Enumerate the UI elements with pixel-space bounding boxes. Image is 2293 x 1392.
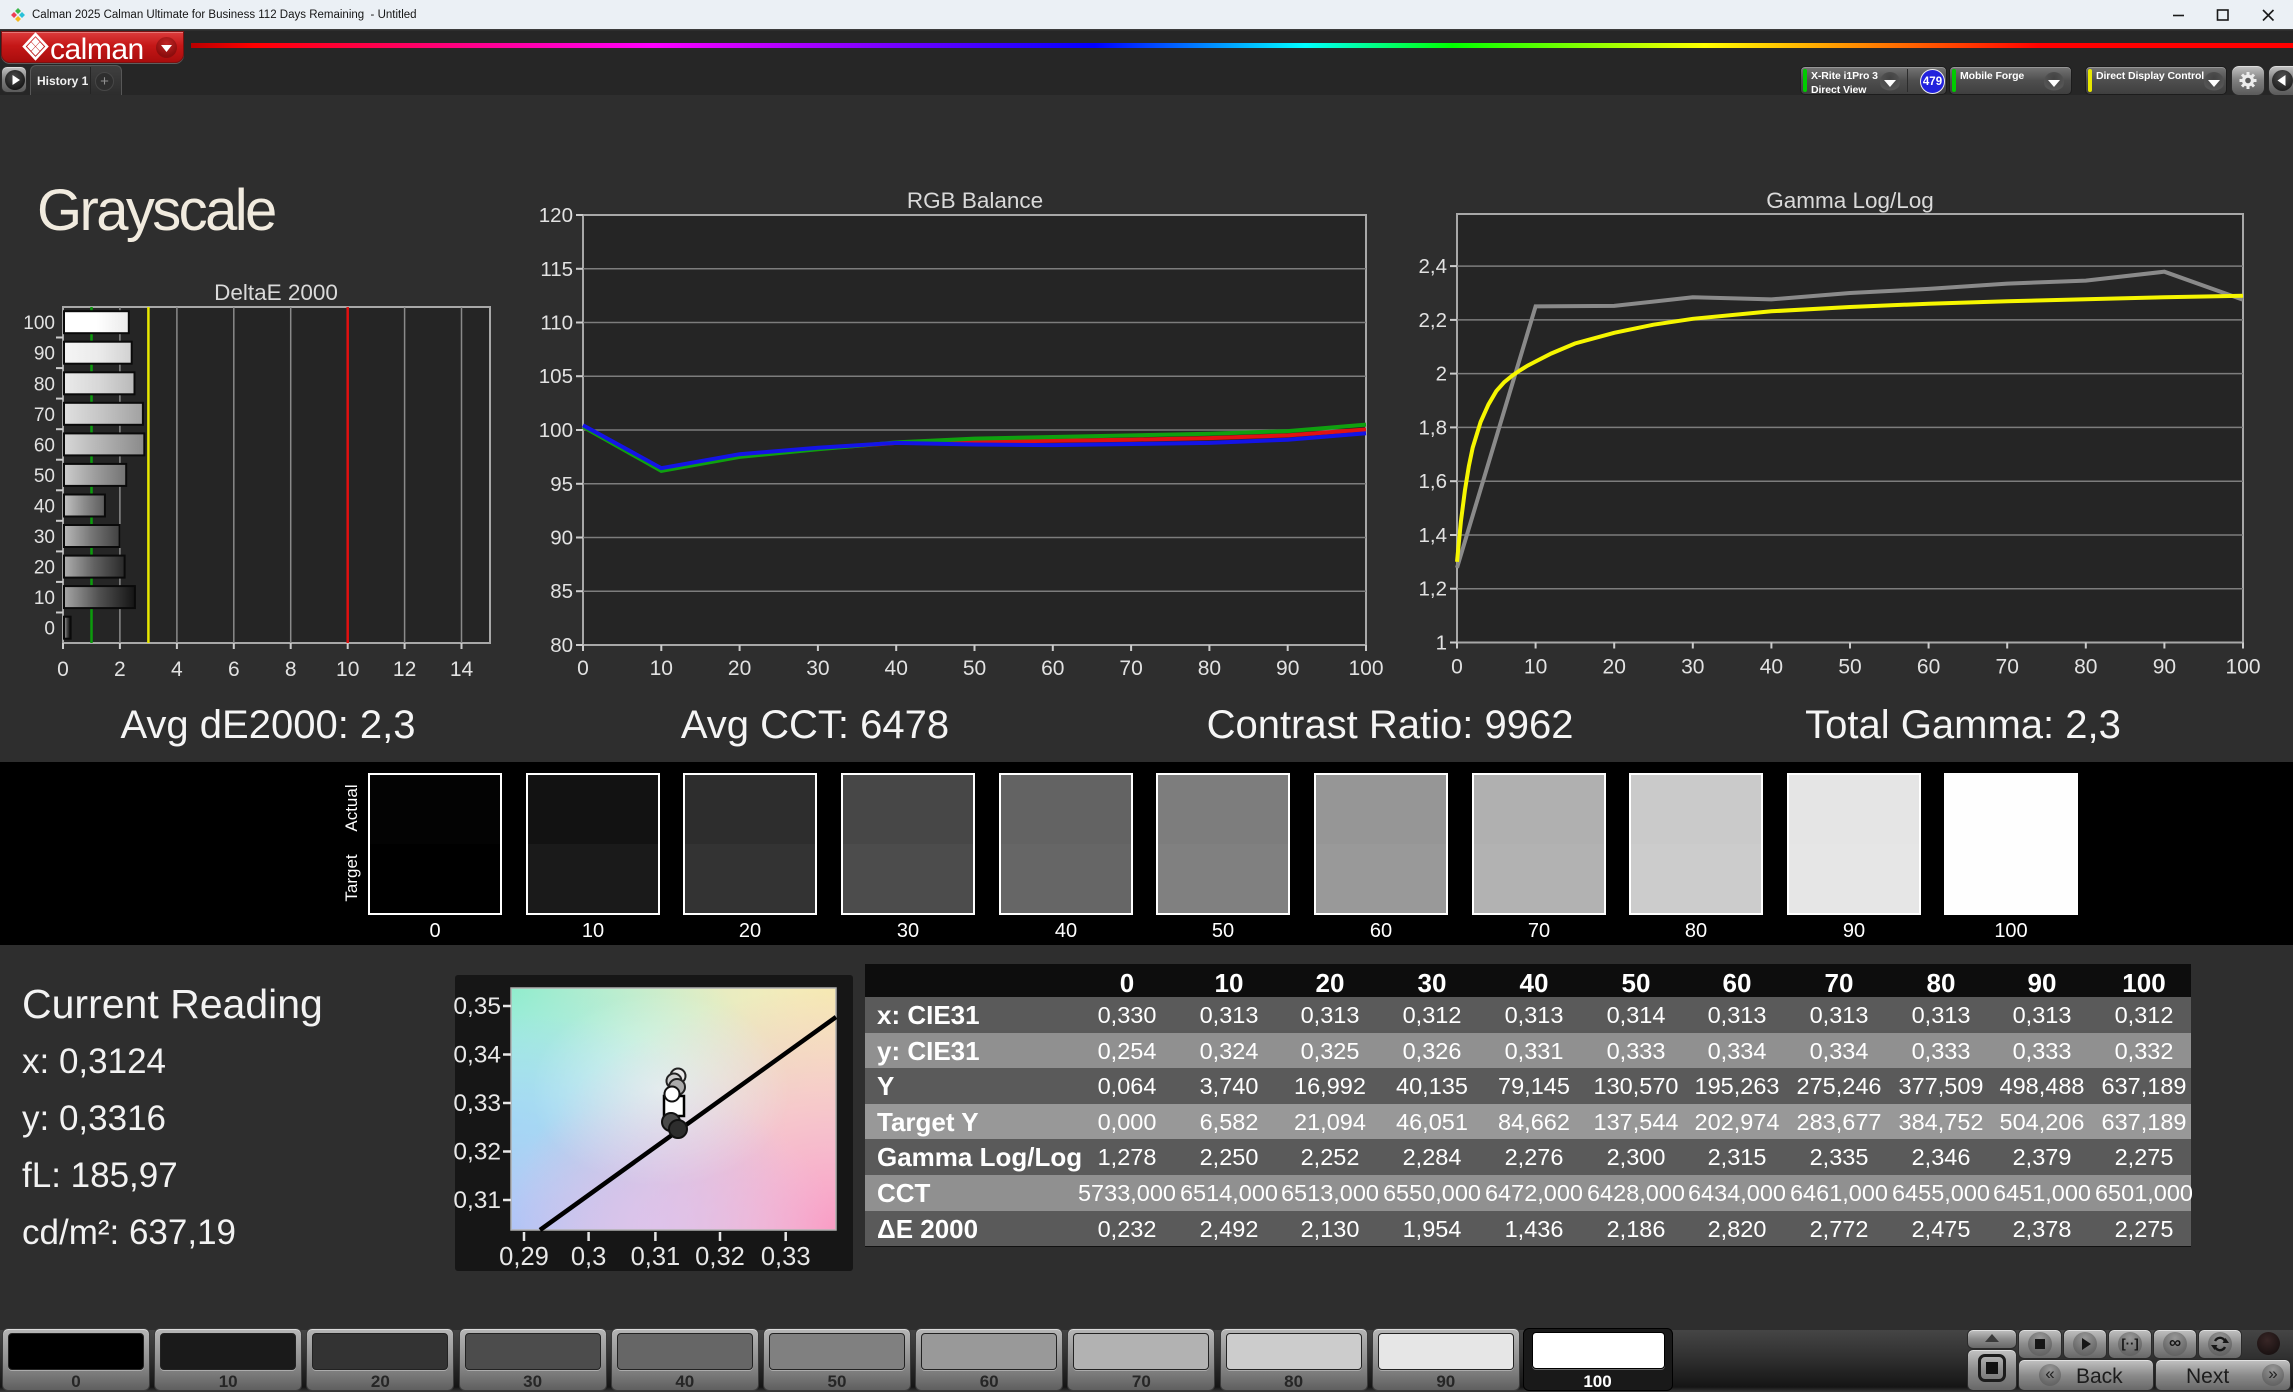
svg-text:1,2: 1,2 bbox=[1419, 578, 1448, 601]
svg-text:95: 95 bbox=[550, 473, 573, 496]
svg-text:0,32: 0,32 bbox=[695, 1243, 745, 1271]
svg-text:50: 50 bbox=[34, 466, 55, 487]
svg-text:100: 100 bbox=[23, 313, 55, 334]
svg-text:105: 105 bbox=[539, 365, 573, 388]
svg-text:0: 0 bbox=[1451, 656, 1463, 679]
svg-text:1,8: 1,8 bbox=[1419, 416, 1448, 439]
svg-text:115: 115 bbox=[540, 258, 573, 281]
svg-text:40: 40 bbox=[885, 657, 908, 680]
svg-text:70: 70 bbox=[1119, 657, 1142, 680]
svg-text:40: 40 bbox=[34, 497, 55, 518]
svg-text:40: 40 bbox=[1760, 656, 1783, 679]
svg-text:80: 80 bbox=[550, 634, 573, 657]
svg-text:1,6: 1,6 bbox=[1419, 470, 1448, 493]
svg-text:12: 12 bbox=[393, 658, 416, 681]
svg-text:0,32: 0,32 bbox=[453, 1139, 501, 1166]
svg-text:1,4: 1,4 bbox=[1419, 524, 1448, 547]
svg-text:0: 0 bbox=[577, 657, 589, 680]
svg-text:90: 90 bbox=[550, 527, 573, 550]
svg-text:0,29: 0,29 bbox=[499, 1243, 549, 1271]
svg-text:20: 20 bbox=[1603, 656, 1626, 679]
svg-text:85: 85 bbox=[550, 580, 573, 603]
svg-text:50: 50 bbox=[1838, 656, 1861, 679]
svg-text:60: 60 bbox=[1917, 656, 1940, 679]
svg-text:80: 80 bbox=[1198, 657, 1221, 680]
svg-text:10: 10 bbox=[1524, 656, 1547, 679]
svg-text:0,33: 0,33 bbox=[761, 1243, 811, 1271]
svg-text:30: 30 bbox=[34, 527, 55, 548]
svg-text:2: 2 bbox=[114, 658, 126, 681]
svg-text:0,31: 0,31 bbox=[631, 1243, 681, 1271]
svg-text:RGB Balance: RGB Balance bbox=[907, 188, 1043, 213]
svg-text:60: 60 bbox=[34, 435, 55, 456]
svg-text:Avg CCT: 6478: Avg CCT: 6478 bbox=[681, 703, 949, 747]
svg-text:90: 90 bbox=[2153, 656, 2176, 679]
svg-text:100: 100 bbox=[1348, 657, 1383, 680]
svg-text:Contrast Ratio: 9962: Contrast Ratio: 9962 bbox=[1207, 703, 1574, 747]
svg-text:70: 70 bbox=[34, 405, 55, 426]
svg-text:Gamma Log/Log: Gamma Log/Log bbox=[1766, 188, 1934, 213]
svg-text:0: 0 bbox=[44, 619, 55, 640]
svg-text:10: 10 bbox=[650, 657, 673, 680]
svg-text:110: 110 bbox=[540, 312, 573, 335]
svg-text:4: 4 bbox=[171, 658, 183, 681]
svg-text:30: 30 bbox=[806, 657, 829, 680]
svg-text:DeltaE 2000: DeltaE 2000 bbox=[214, 280, 338, 305]
svg-text:0,35: 0,35 bbox=[453, 993, 501, 1020]
svg-text:20: 20 bbox=[728, 657, 751, 680]
svg-text:2: 2 bbox=[1436, 363, 1447, 386]
svg-text:100: 100 bbox=[2225, 656, 2260, 679]
svg-text:10: 10 bbox=[34, 588, 55, 609]
svg-text:2,2: 2,2 bbox=[1419, 309, 1448, 332]
svg-text:Avg dE2000: 2,3: Avg dE2000: 2,3 bbox=[120, 703, 415, 747]
svg-text:0: 0 bbox=[57, 658, 69, 681]
svg-text:80: 80 bbox=[34, 374, 55, 395]
svg-text:70: 70 bbox=[1996, 656, 2019, 679]
svg-text:1: 1 bbox=[1436, 632, 1447, 655]
svg-text:30: 30 bbox=[1681, 656, 1704, 679]
svg-text:6: 6 bbox=[228, 658, 240, 681]
svg-text:60: 60 bbox=[1041, 657, 1064, 680]
svg-text:50: 50 bbox=[963, 657, 986, 680]
svg-text:10: 10 bbox=[336, 658, 359, 681]
svg-text:0,34: 0,34 bbox=[453, 1042, 501, 1069]
svg-text:Total Gamma: 2,3: Total Gamma: 2,3 bbox=[1805, 703, 2121, 747]
svg-text:0,31: 0,31 bbox=[453, 1187, 501, 1214]
svg-text:90: 90 bbox=[34, 344, 55, 365]
svg-text:100: 100 bbox=[539, 419, 573, 442]
svg-text:90: 90 bbox=[1276, 657, 1299, 680]
svg-text:2,4: 2,4 bbox=[1419, 255, 1448, 278]
svg-text:0,33: 0,33 bbox=[453, 1090, 501, 1117]
svg-text:80: 80 bbox=[2074, 656, 2097, 679]
svg-text:0,3: 0,3 bbox=[571, 1243, 606, 1271]
svg-text:20: 20 bbox=[34, 558, 55, 579]
svg-text:120: 120 bbox=[539, 204, 573, 227]
svg-text:8: 8 bbox=[285, 658, 297, 681]
svg-text:14: 14 bbox=[450, 658, 474, 681]
